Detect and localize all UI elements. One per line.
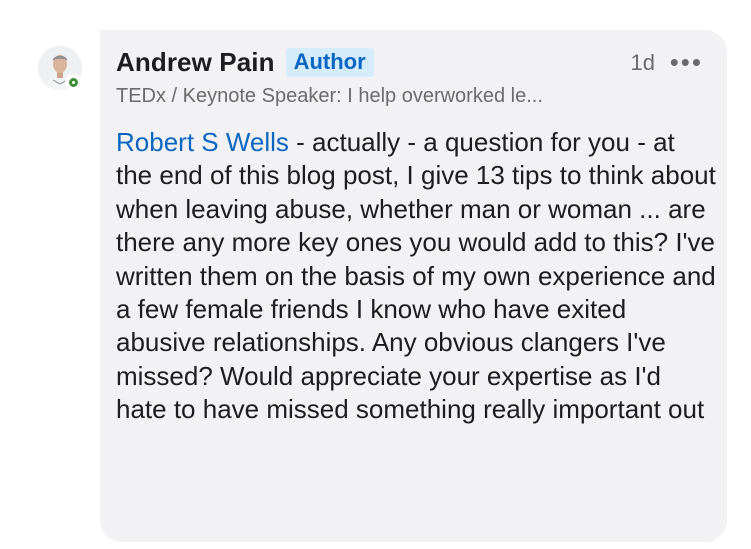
author-headline: TEDx / Keynote Speaker: I help overworke… — [116, 85, 543, 107]
comment-bubble: Andrew Pain Author 1d ••• TEDx / Keynote… — [100, 30, 727, 542]
comment-text: - actually - a question for you - at the… — [116, 127, 716, 425]
author-name[interactable]: Andrew Pain — [116, 47, 275, 78]
online-status-indicator — [65, 74, 82, 91]
mention-link[interactable]: Robert S Wells — [116, 127, 289, 157]
comment-timestamp: 1d — [630, 50, 655, 75]
comment-header: Andrew Pain Author — [116, 47, 374, 78]
comment-thread: Andrew Pain Author 1d ••• TEDx / Keynote… — [0, 0, 751, 549]
online-dot-icon — [69, 78, 78, 87]
comment-body: Robert S Wells - actually - a question f… — [116, 126, 716, 427]
author-avatar-wrapper[interactable] — [38, 46, 84, 92]
more-options-icon[interactable]: ••• — [670, 49, 703, 75]
author-badge: Author — [285, 48, 374, 77]
